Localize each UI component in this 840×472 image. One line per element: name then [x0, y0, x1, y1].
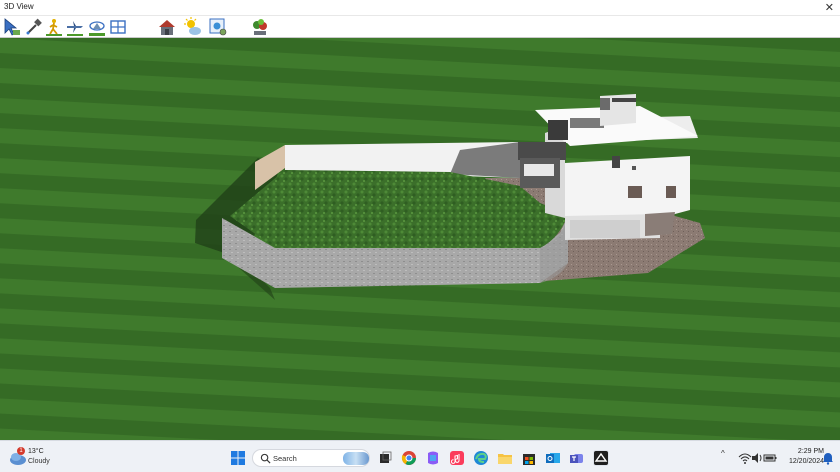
copilot-icon[interactable] [425, 450, 441, 466]
store-icon[interactable] [521, 450, 537, 466]
weather-widget[interactable]: 1 13°C Cloudy [8, 447, 78, 469]
clock-date: 12/20/2024 [788, 458, 824, 465]
plants-icon[interactable] [250, 17, 270, 37]
orbit-camera-icon[interactable] [87, 17, 107, 37]
clock[interactable]: 2:29 PM 12/20/2024 [778, 447, 824, 467]
task-view-icon[interactable] [377, 450, 393, 466]
notification-badge: 1 [17, 447, 25, 455]
select-pointer-icon[interactable] [2, 17, 22, 37]
house-icon[interactable] [157, 17, 177, 37]
app-window: 3D View ✕ [0, 0, 840, 440]
windows-logo-icon [231, 451, 245, 465]
sun-weather-icon[interactable] [183, 17, 203, 37]
sketchup-app-icon[interactable] [593, 450, 609, 466]
walk-person-icon[interactable] [44, 17, 64, 37]
close-button[interactable]: ✕ [825, 0, 834, 16]
search-highlight-image [343, 452, 369, 465]
weather-condition: Cloudy [28, 458, 50, 465]
toolbar [0, 16, 840, 38]
weather-temperature: 13°C [28, 448, 44, 455]
edge-icon[interactable] [473, 450, 489, 466]
outlook-icon[interactable] [545, 450, 561, 466]
start-button[interactable] [230, 450, 246, 466]
plane-fly-icon[interactable] [65, 17, 85, 37]
battery-icon[interactable] [762, 450, 778, 466]
search-box[interactable]: Search [252, 449, 370, 467]
window-frame-icon[interactable] [109, 17, 129, 37]
apple-music-icon[interactable] [449, 450, 465, 466]
tray-chevron[interactable]: ^ [721, 449, 725, 465]
title-bar: 3D View ✕ [0, 0, 840, 16]
file-explorer-icon[interactable] [497, 450, 513, 466]
clock-time: 2:29 PM [797, 448, 824, 455]
notification-bell-icon[interactable] [820, 450, 836, 466]
taskbar: 1 13°C Cloudy Search ^ 2:29 PM 12/20/202… [0, 440, 840, 472]
eyedropper-icon[interactable] [24, 17, 44, 37]
chrome-icon[interactable] [401, 450, 417, 466]
3d-viewport[interactable] [0, 38, 840, 440]
window-title: 3D View [4, 2, 34, 11]
search-label: Search [273, 454, 297, 463]
render-settings-icon[interactable] [208, 17, 228, 37]
search-icon [260, 453, 271, 464]
teams-icon[interactable] [569, 450, 585, 466]
